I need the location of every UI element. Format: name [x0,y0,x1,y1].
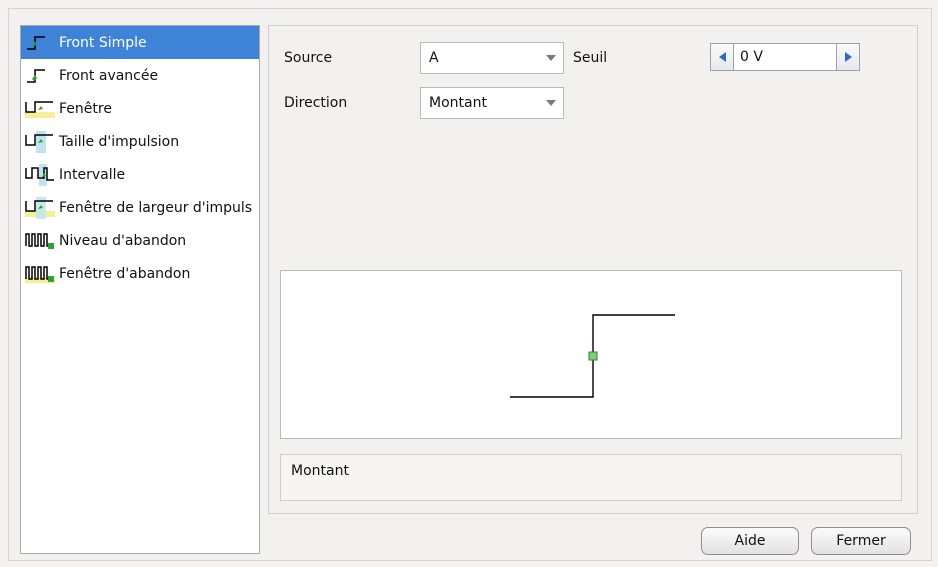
trigger-item-label: Fenêtre [59,100,112,117]
description-text: Montant [291,463,349,479]
trigger-item-label: Niveau d'abandon [59,232,187,249]
trigger-item-label: Fenêtre de largeur d'impuls [59,199,253,216]
trigger-item-front-simple[interactable]: Front Simple [21,26,259,59]
simple-edge-icon [25,30,59,56]
chevron-down-icon [539,43,563,73]
decrease-arrow-icon[interactable] [711,44,734,70]
trigger-preview [280,270,902,439]
window-icon [25,96,59,122]
threshold-label: Seuil [573,50,608,66]
increase-arrow-icon[interactable] [836,44,859,70]
trigger-item-label: Front Simple [59,34,147,51]
advanced-edge-icon [25,63,59,89]
interval-icon [25,162,59,188]
direction-dropdown[interactable]: Montant [420,87,564,119]
close-button[interactable]: Fermer [811,527,911,555]
help-button[interactable]: Aide [701,527,799,555]
window-dropout-icon [25,261,59,287]
threshold-spinbox[interactable]: 0 V [710,43,860,71]
rising-edge-waveform [510,314,675,398]
trigger-item-label: Taille d'impulsion [59,133,180,150]
description-box: Montant [280,454,902,501]
trigger-item-taille-impulsion[interactable]: Taille d'impulsion [21,125,259,158]
threshold-marker [588,351,598,361]
trigger-item-fenetre[interactable]: Fenêtre [21,92,259,125]
window-pulse-width-icon [25,195,59,221]
source-value: A [429,50,439,66]
trigger-item-label: Fenêtre d'abandon [59,265,191,282]
trigger-item-label: Intervalle [59,166,126,183]
direction-label: Direction [284,95,348,111]
pulse-width-icon [25,129,59,155]
chevron-down-icon [539,88,563,118]
level-dropout-icon [25,228,59,254]
trigger-type-list[interactable]: Front Simple Front avancée Fenêtre Taill… [20,25,260,554]
trigger-item-label: Front avancée [59,67,159,84]
trigger-item-fenetre-abandon[interactable]: Fenêtre d'abandon [21,257,259,290]
direction-value: Montant [429,95,487,111]
threshold-value[interactable]: 0 V [734,44,836,70]
source-label: Source [284,50,333,66]
source-dropdown[interactable]: A [420,42,564,74]
trigger-item-front-avancee[interactable]: Front avancée [21,59,259,92]
trigger-item-fenetre-largeur-impulsion[interactable]: Fenêtre de largeur d'impuls [21,191,259,224]
trigger-item-niveau-abandon[interactable]: Niveau d'abandon [21,224,259,257]
trigger-item-intervalle[interactable]: Intervalle [21,158,259,191]
